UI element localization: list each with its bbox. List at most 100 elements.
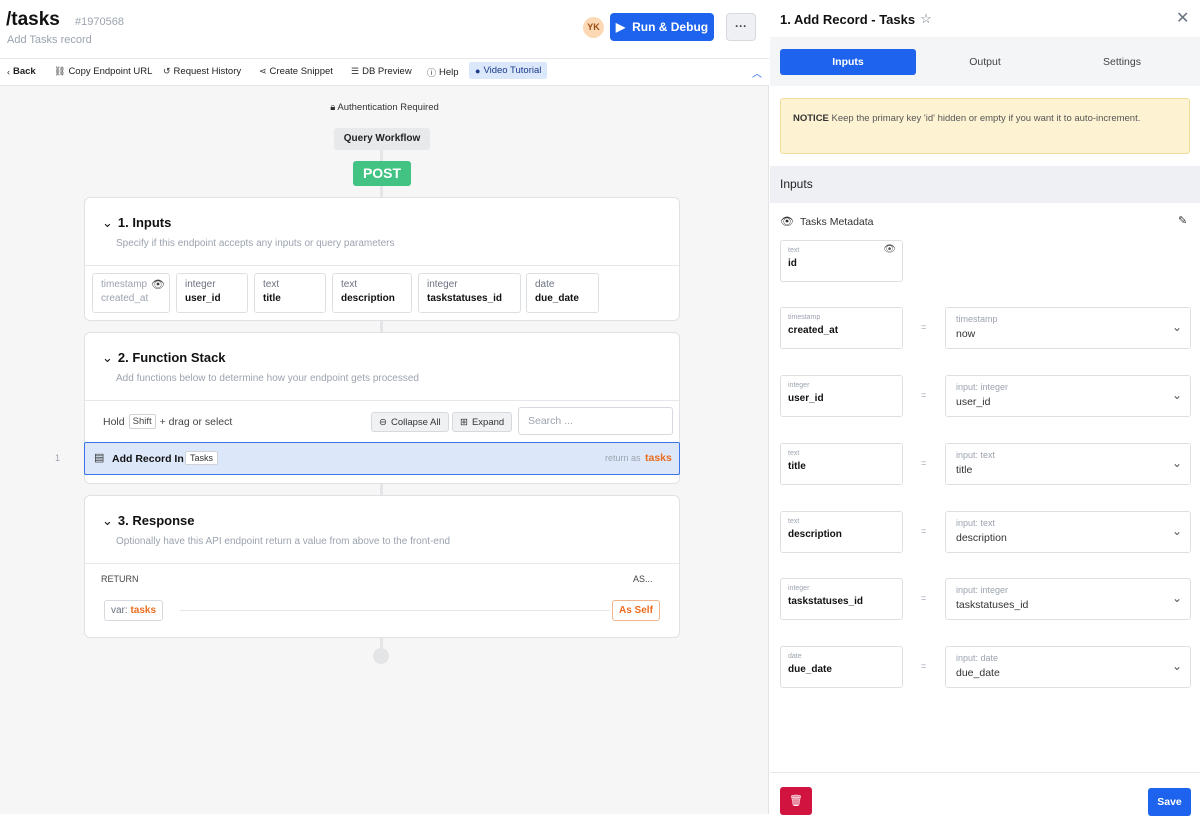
field-due-date[interactable]: date due_date: [780, 646, 903, 688]
field-id[interactable]: text id 👁︎: [780, 240, 903, 282]
request-history-label: Request History: [173, 66, 242, 77]
back-link[interactable]: ‹ Back: [7, 66, 36, 77]
field-user-id[interactable]: integer user_id: [780, 375, 903, 417]
function-row[interactable]: ▤ Add Record In Tasks return as tasks: [84, 442, 680, 475]
http-method-badge[interactable]: POST: [353, 161, 411, 186]
create-snippet-link[interactable]: ⋖ Create Snippet: [259, 66, 333, 77]
value-select-description[interactable]: input: text description ⌄: [945, 511, 1191, 553]
input-type: integer: [185, 279, 216, 290]
value-text: taskstatuses_id: [956, 599, 1029, 611]
field-created-at[interactable]: timestamp created_at: [780, 307, 903, 349]
value-select-due-date[interactable]: input: date due_date ⌄: [945, 646, 1191, 688]
history-icon: ↺: [163, 66, 171, 76]
info-icon: ⓘ: [427, 68, 437, 78]
hold-text: Hold: [103, 415, 125, 428]
field-type: date: [788, 653, 802, 660]
expand-label: Expand: [471, 416, 505, 428]
input-type: text: [341, 279, 358, 290]
avatar[interactable]: YK: [583, 17, 604, 38]
chevron-left-icon: ‹: [7, 66, 10, 77]
flow-end-dot: [373, 648, 389, 664]
input-chip-user-id[interactable]: integer user_id: [176, 273, 248, 313]
value-text: user_id: [956, 396, 991, 408]
value-select-user-id[interactable]: input: integer user_id ⌄: [945, 375, 1191, 417]
help-link[interactable]: ⓘ Help: [427, 66, 459, 79]
equals-sign: =: [921, 661, 927, 671]
input-chip-due-date[interactable]: date due_date: [526, 273, 599, 313]
tab-output[interactable]: Output: [917, 49, 1053, 75]
input-name: description: [341, 293, 395, 304]
copy-url-link[interactable]: ⛓ Copy Endpoint URL: [54, 66, 152, 77]
field-name: due_date: [788, 664, 832, 675]
collapse-toolbar-icon[interactable]: ︿: [752, 65, 762, 80]
tab-settings[interactable]: Settings: [1054, 49, 1190, 75]
field-type: text: [788, 450, 800, 457]
save-button[interactable]: Save: [1148, 788, 1191, 816]
chevron-down-icon: ⌄: [1171, 524, 1182, 538]
input-chip-taskstatuses-id[interactable]: integer taskstatuses_id: [418, 273, 521, 313]
value-select-created-at[interactable]: timestamp now ⌄: [945, 307, 1191, 349]
response-card: ⌄ 3. Response Optionally have this API en…: [84, 495, 680, 638]
db-preview-link[interactable]: ☰ DB Preview: [351, 66, 412, 77]
notice-text: Keep the primary key 'id' hidden or empt…: [831, 113, 1141, 124]
back-label: Back: [13, 66, 36, 77]
value-type: input: text: [956, 450, 996, 460]
response-var-pill[interactable]: var: tasks: [104, 600, 164, 621]
field-taskstatuses-id[interactable]: integer taskstatuses_id: [780, 578, 903, 620]
close-icon[interactable]: ✕: [1176, 8, 1189, 28]
panel-title: 1. Add Record - Tasks ☆: [780, 11, 932, 27]
equals-sign: =: [921, 526, 927, 536]
value-text: due_date: [956, 667, 1000, 679]
value-text: description: [956, 532, 1007, 544]
field-title[interactable]: text title: [780, 443, 903, 485]
function-search-input[interactable]: Search ...: [518, 407, 673, 435]
request-history-link[interactable]: ↺ Request History: [163, 66, 241, 77]
field-type: timestamp: [788, 314, 821, 321]
function-row-number: 1: [55, 453, 61, 463]
query-workflow-badge: Query Workflow: [334, 128, 430, 150]
eye-off-icon[interactable]: 👁︎: [883, 244, 896, 255]
return-var: tasks: [645, 452, 672, 464]
more-options-button[interactable]: ···: [726, 13, 756, 41]
value-select-taskstatuses-id[interactable]: input: integer taskstatuses_id ⌄: [945, 578, 1191, 620]
response-title-text: 3. Response: [117, 513, 195, 528]
input-chip-created-at[interactable]: timestamp created_at 👁︎: [92, 273, 170, 313]
pencil-icon[interactable]: ✎: [1178, 214, 1187, 227]
play-circle-icon: ●: [475, 65, 481, 76]
run-debug-button[interactable]: ▶ Run & Debug: [610, 13, 714, 41]
inputs-card-title[interactable]: ⌄ 1. Inputs: [102, 215, 171, 231]
auth-text: Authentication Required: [337, 102, 439, 113]
endpoint-toolbar: ‹ Back ⛓ Copy Endpoint URL ↺ Request Histor…: [0, 58, 769, 86]
inputs-card-desc: Specify if this endpoint accepts any inp…: [116, 238, 395, 249]
response-title[interactable]: ⌄ 3. Response: [102, 513, 195, 529]
star-icon[interactable]: ☆: [920, 11, 932, 27]
field-name: id: [788, 258, 797, 269]
video-tutorial-link[interactable]: ● Video Tutorial: [469, 62, 548, 79]
chevron-down-icon: ⌄: [102, 513, 113, 528]
drag-hint: Hold Shift + drag or select: [103, 414, 232, 429]
field-description[interactable]: text description: [780, 511, 903, 553]
field-name: title: [788, 461, 806, 472]
chevron-down-icon: ⌄: [1171, 320, 1182, 334]
var-prefix: var:: [111, 605, 128, 616]
collapse-all-label: Collapse All: [390, 416, 441, 428]
field-type: integer: [788, 382, 810, 389]
field-name: user_id: [788, 393, 824, 404]
function-stack-title[interactable]: ⌄ 2. Function Stack: [102, 350, 226, 366]
tasks-metadata-toggle[interactable]: 👁︎ Tasks Metadata: [780, 215, 874, 229]
expand-button[interactable]: ⊞ Expand: [452, 412, 513, 432]
input-type: integer: [427, 279, 458, 290]
function-table-badge: Tasks: [185, 451, 219, 465]
equals-sign: =: [921, 322, 927, 332]
share-icon: ⋖: [259, 66, 267, 76]
workflow-canvas: /tasks #1970568 Add Tasks record YK ▶ Ru…: [0, 0, 769, 814]
eye-icon: 👁︎: [780, 216, 794, 228]
input-chip-title[interactable]: text title: [254, 273, 326, 313]
input-chip-description[interactable]: text description: [332, 273, 412, 313]
tab-inputs[interactable]: Inputs: [780, 49, 916, 75]
collapse-all-button[interactable]: ⊖ Collapse All: [371, 412, 449, 432]
value-select-title[interactable]: input: text title ⌄: [945, 443, 1191, 485]
delete-button[interactable]: 🗑︎: [780, 787, 812, 815]
eye-off-icon: 👁︎: [151, 279, 165, 291]
as-self-pill[interactable]: As Self: [612, 600, 660, 621]
